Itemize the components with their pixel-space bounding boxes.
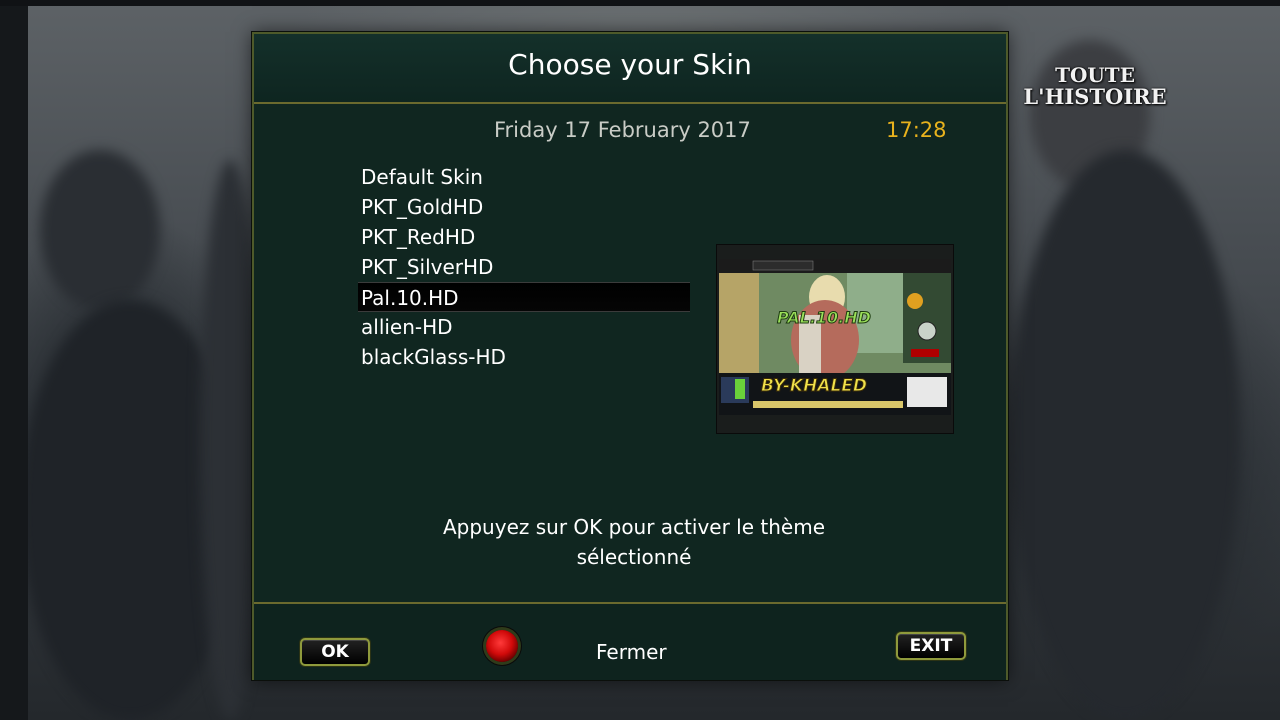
- background-figure: [40, 150, 160, 310]
- skin-list-item[interactable]: PKT_GoldHD: [358, 192, 690, 222]
- skin-preview-thumbnail: PAL.10.HD BY-KHALED: [717, 245, 953, 433]
- ok-button[interactable]: OK: [300, 638, 370, 666]
- skin-list-item-label: Default Skin: [361, 165, 483, 189]
- dialog-title: Choose your Skin: [508, 48, 752, 81]
- skin-list-item[interactable]: Default Skin: [358, 162, 690, 192]
- background-figure: [200, 160, 260, 720]
- skin-list: Default Skin PKT_GoldHD PKT_RedHD PKT_Si…: [358, 162, 690, 372]
- skin-chooser-dialog: Choose your Skin Friday 17 February 2017…: [252, 32, 1008, 680]
- skin-list-item[interactable]: PKT_SilverHD: [358, 252, 690, 282]
- exit-button[interactable]: EXIT: [896, 632, 966, 660]
- title-bar: Choose your Skin: [254, 34, 1006, 104]
- channel-logo-line2: L'HISTOIRE: [1023, 84, 1167, 109]
- skin-list-item-label: PKT_GoldHD: [361, 195, 484, 219]
- preview-overlay-text: BY-KHALED: [761, 376, 867, 396]
- letterbox-bar: [0, 0, 28, 720]
- hint-line: Appuyez sur OK pour activer le thème: [442, 515, 826, 539]
- letterbox-bar: [0, 0, 1280, 6]
- clock-label: 17:28: [886, 118, 947, 142]
- footer-bar: OK Fermer EXIT: [254, 602, 1006, 680]
- close-label: Fermer: [596, 640, 667, 664]
- background-figure: [1010, 150, 1240, 720]
- skin-list-item-label: Pal.10.HD: [361, 286, 459, 310]
- channel-logo: TOUTE L'HISTOIRE: [1020, 64, 1170, 108]
- date-label: Friday 17 February 2017: [494, 118, 751, 142]
- skin-list-item[interactable]: PKT_RedHD: [358, 222, 690, 252]
- channel-logo-line1: TOUTE: [1055, 63, 1135, 87]
- skin-list-item[interactable]: blackGlass-HD: [358, 342, 690, 372]
- skin-list-item-selected[interactable]: Pal.10.HD: [358, 282, 690, 312]
- skin-list-item-label: PKT_RedHD: [361, 225, 476, 249]
- red-button-icon[interactable]: [486, 630, 518, 662]
- preview-overlay-text: PAL.10.HD: [777, 308, 871, 327]
- skin-list-item[interactable]: allien-HD: [358, 312, 690, 342]
- hint-line: sélectionné: [576, 545, 692, 569]
- skin-list-item-label: blackGlass-HD: [361, 345, 506, 369]
- skin-list-item-label: PKT_SilverHD: [361, 255, 494, 279]
- hint-text: Appuyez sur OK pour activer le thème sél…: [374, 512, 894, 572]
- skin-preview-image: PAL.10.HD BY-KHALED: [716, 244, 954, 434]
- skin-list-item-label: allien-HD: [361, 315, 453, 339]
